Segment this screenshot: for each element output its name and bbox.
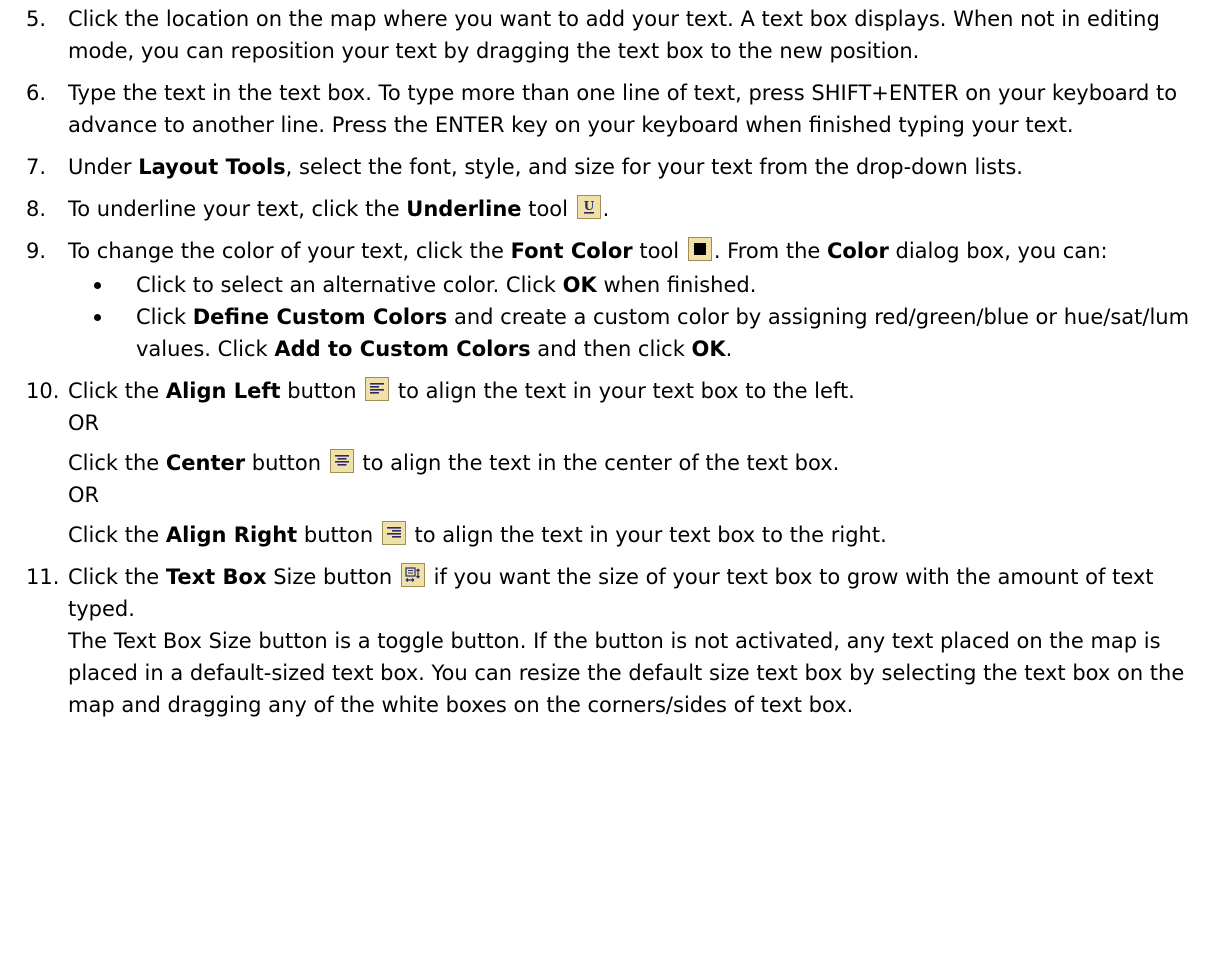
underline-label: Underline <box>406 197 522 221</box>
list-item: Click Define Custom Colors and create a … <box>86 301 1199 365</box>
or-text: OR <box>68 483 100 507</box>
step-text: tool <box>632 239 680 263</box>
step-text: Click <box>136 305 193 329</box>
step-number: 10. <box>26 379 60 403</box>
color-options-list: Click to select an alternative color. Cl… <box>68 269 1199 365</box>
step-text: Click the <box>68 565 166 589</box>
ok-label: OK <box>562 273 597 297</box>
step-text: button <box>245 451 322 475</box>
step-text: and then click <box>530 337 692 361</box>
step-text: Click the <box>68 379 166 403</box>
bullet-icon <box>94 282 101 289</box>
layout-tools-label: Layout Tools <box>138 155 286 179</box>
step-text: To underline your text, click the <box>68 197 407 221</box>
align-left-label: Align Left <box>165 379 281 403</box>
align-left-line: Click the Align Left button to align the… <box>68 375 1199 407</box>
ok-label: OK <box>691 337 726 361</box>
font-color-label: Font Color <box>510 239 633 263</box>
svg-text:U: U <box>583 199 594 213</box>
add-to-custom-colors-label: Add to Custom Colors <box>274 337 531 361</box>
text-box-size-line: Click the Text Box Size button if you wa… <box>68 561 1199 625</box>
step-text: button <box>280 379 357 403</box>
step-number: 11. <box>26 565 60 589</box>
step-text: button <box>297 523 374 547</box>
list-item: Click to select an alternative color. Cl… <box>86 269 1199 301</box>
align-center-icon <box>329 449 354 473</box>
step-number: 5. <box>26 7 47 31</box>
step-text: Type the text in the text box. To type m… <box>68 81 1178 137</box>
step-text: dialog box, you can: <box>888 239 1108 263</box>
step-6: 6. Type the text in the text box. To typ… <box>26 77 1199 141</box>
align-right-icon <box>381 521 406 545</box>
step-text: , select the font, style, and size for y… <box>285 155 1023 179</box>
step-text: to align the text in the center of the t… <box>355 451 840 475</box>
center-line: Click the Center button to align the tex… <box>68 447 1199 479</box>
font-color-icon <box>687 237 712 261</box>
text-box-label: Text Box <box>165 565 267 589</box>
step-number: 9. <box>26 239 47 263</box>
step-10: 10. Click the Align Left button to align… <box>26 375 1199 551</box>
step-text: Size button <box>266 565 393 589</box>
step-text: tool <box>521 197 568 221</box>
align-right-label: Align Right <box>165 523 298 547</box>
or-text: OR <box>68 411 100 435</box>
step-text: to align the text in your text box to th… <box>391 379 855 403</box>
align-right-line: Click the Align Right button to align th… <box>68 519 1199 551</box>
step-text: Click the location on the map where you … <box>68 7 1160 63</box>
step-7: 7. Under Layout Tools, select the font, … <box>26 151 1199 183</box>
step-text: Click to select an alternative color. Cl… <box>136 273 563 297</box>
bullet-icon <box>94 314 101 321</box>
step-text: Click the <box>68 451 166 475</box>
step-text: To change the color of your text, click … <box>68 239 511 263</box>
help-document: 5. Click the location on the map where y… <box>0 0 1219 721</box>
step-8: 8. To underline your text, click the Und… <box>26 193 1199 225</box>
step-5: 5. Click the location on the map where y… <box>26 3 1199 67</box>
step-text: . <box>602 197 610 221</box>
step-9: 9. To change the color of your text, cli… <box>26 235 1199 365</box>
step-number: 8. <box>26 197 47 221</box>
text-box-size-icon <box>400 563 425 587</box>
step-text: when finished. <box>596 273 757 297</box>
define-custom-colors-label: Define Custom Colors <box>192 305 448 329</box>
step-11: 11. Click the Text Box Size button if yo… <box>26 561 1199 721</box>
color-dialog-label: Color <box>827 239 889 263</box>
underline-icon: U <box>576 195 601 219</box>
step-text: Click the <box>68 523 166 547</box>
step-text: . <box>725 337 733 361</box>
step-paragraph: The Text Box Size button is a toggle but… <box>68 629 1185 717</box>
step-text: Under <box>68 155 139 179</box>
step-number: 7. <box>26 155 47 179</box>
step-text: to align the text in your text box to th… <box>407 523 887 547</box>
step-text: . From the <box>713 239 828 263</box>
step-number: 6. <box>26 81 47 105</box>
align-left-icon <box>365 377 390 401</box>
center-label: Center <box>165 451 246 475</box>
